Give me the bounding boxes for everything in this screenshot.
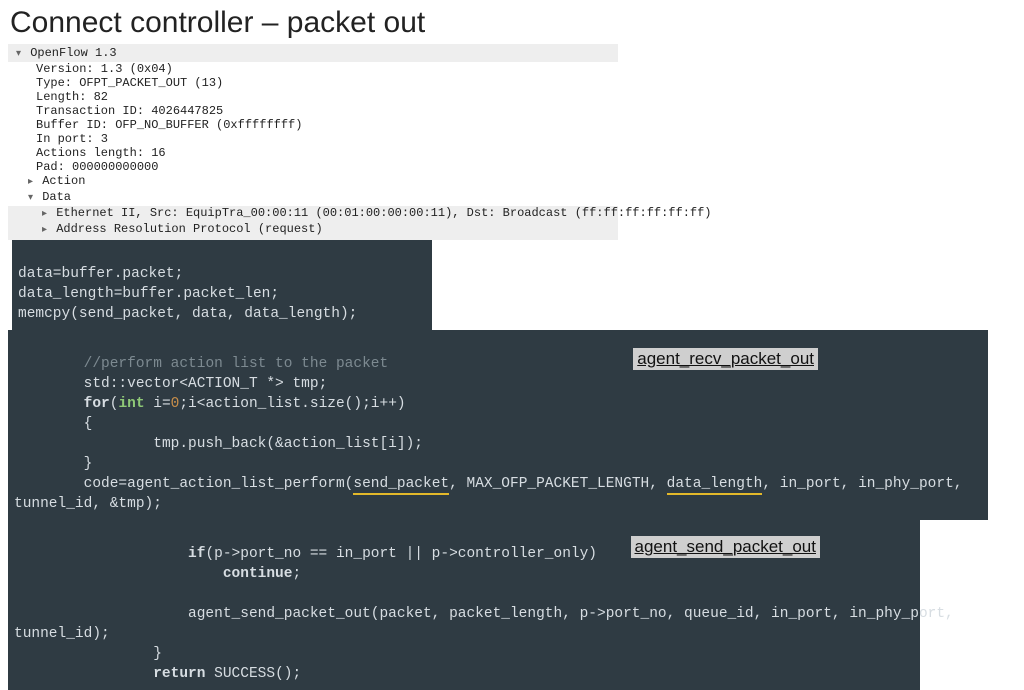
code-line: data=buffer.packet; bbox=[18, 266, 183, 282]
code-block-recv: agent_recv_packet_out //perform action l… bbox=[8, 330, 988, 520]
code-line: tmp.push_back(&action_list[i]); bbox=[84, 436, 423, 452]
pkt-field: Transaction ID: 4026447825 bbox=[8, 104, 618, 118]
data-child: Address Resolution Protocol (request) bbox=[56, 222, 322, 236]
keyword-continue: continue bbox=[223, 566, 293, 582]
code-block-send: agent_send_packet_out if(p->port_no == i… bbox=[8, 520, 920, 690]
collapse-icon: ▸ bbox=[40, 224, 49, 238]
code-line: tunnel_id); bbox=[14, 626, 110, 642]
collapse-icon: ▸ bbox=[26, 176, 35, 190]
function-badge: agent_recv_packet_out bbox=[633, 348, 818, 370]
slide-title: Connect controller – packet out bbox=[0, 0, 1024, 44]
underline-data-length: data_length bbox=[667, 476, 763, 495]
code-line: std::vector<ACTION_T *> tmp; bbox=[84, 376, 328, 392]
type-int: int bbox=[118, 396, 144, 412]
code-comment: //perform action list to the packet bbox=[84, 356, 389, 372]
function-badge: agent_send_packet_out bbox=[631, 536, 821, 558]
expand-icon: ▾ bbox=[14, 48, 23, 62]
pkt-field: Length: 82 bbox=[8, 90, 618, 104]
underline-send-packet: send_packet bbox=[353, 476, 449, 495]
protocol-label: OpenFlow 1.3 bbox=[30, 46, 116, 60]
expand-icon: ▾ bbox=[26, 192, 35, 206]
code-line: { bbox=[84, 416, 93, 432]
code-line: } bbox=[84, 456, 93, 472]
pkt-field: Pad: 000000000000 bbox=[8, 160, 618, 174]
keyword-if: if bbox=[188, 546, 205, 562]
data-node: Data bbox=[42, 190, 71, 204]
pkt-field: In port: 3 bbox=[8, 132, 618, 146]
collapse-icon: ▸ bbox=[40, 208, 49, 222]
code-block-buffer: data=buffer.packet; data_length=buffer.p… bbox=[12, 240, 432, 330]
code-line: memcpy(send_packet, data, data_length); bbox=[18, 306, 357, 322]
pkt-field: Type: OFPT_PACKET_OUT (13) bbox=[8, 76, 618, 90]
code-line: data_length=buffer.packet_len; bbox=[18, 286, 279, 302]
action-node: Action bbox=[42, 174, 85, 188]
pkt-field: Actions length: 16 bbox=[8, 146, 618, 160]
code-line: tunnel_id, &tmp); bbox=[14, 496, 162, 512]
keyword-return: return bbox=[153, 666, 205, 682]
code-line: } bbox=[153, 646, 162, 662]
pkt-field: Version: 1.3 (0x04) bbox=[8, 62, 618, 76]
code-line: agent_send_packet_out(packet, packet_len… bbox=[188, 606, 954, 622]
packet-tree: ▾ OpenFlow 1.3 Version: 1.3 (0x04) Type:… bbox=[8, 44, 618, 240]
data-child: Ethernet II, Src: EquipTra_00:00:11 (00:… bbox=[56, 206, 711, 220]
pkt-field: Buffer ID: OFP_NO_BUFFER (0xffffffff) bbox=[8, 118, 618, 132]
keyword-for: for bbox=[84, 396, 110, 412]
